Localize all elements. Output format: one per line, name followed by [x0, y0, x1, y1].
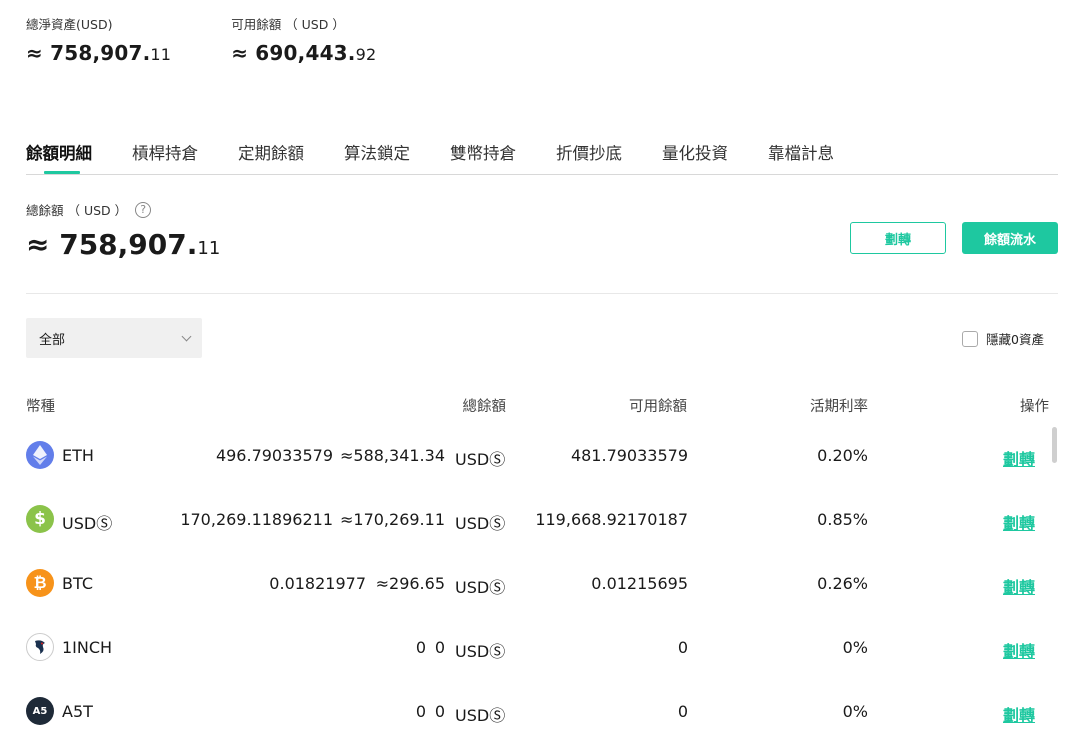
total-balance-label: 總餘額 （ USD ）: [26, 203, 128, 218]
total-balance: 0: [415, 638, 426, 657]
btc-icon: ₿: [26, 569, 54, 597]
row-transfer-link[interactable]: 劃轉: [1003, 702, 1035, 726]
table-row: ₿ BTC 0.01821977 ≈296.65 USDⓈ 0.01215695…: [0, 555, 1065, 619]
table-row: ETH 496.79033579 ≈588,341.34 USDⓈ 481.79…: [0, 427, 1065, 491]
header-available: 可用餘額: [629, 399, 687, 415]
table-row: A5 A5T 0 0 USDⓈ 0 0% 劃轉: [0, 683, 1065, 745]
available-label: 可用餘額 （ USD ）: [231, 17, 345, 32]
total-balance-int: ≈ 758,907.: [26, 228, 198, 261]
tab-discount-buy[interactable]: 折價抄底: [556, 140, 622, 174]
interest-rate: 0.26%: [817, 574, 868, 593]
tab-balance-detail[interactable]: 餘額明細: [26, 140, 92, 174]
total-balance-value: ≈ 758,907.11: [26, 228, 220, 261]
header-total: 總餘額: [462, 399, 507, 415]
1inch-icon: [26, 633, 54, 661]
asset-summary: 總淨資產(USD) ≈ 758,907.11 可用餘額 （ USD ） ≈ 69…: [26, 14, 376, 65]
total-balance: 0.01821977: [269, 574, 366, 593]
available-balance: 119,668.92170187: [535, 510, 688, 529]
account-tabs: 餘額明細 槓桿持倉 定期餘額 算法鎖定 雙幣持倉 折價抄底 量化投資 靠檔計息: [26, 140, 1058, 175]
available-balance: 481.79033579: [570, 446, 688, 465]
header-coin: 幣種: [26, 399, 55, 415]
tab-tiered-interest[interactable]: 靠檔計息: [768, 140, 834, 174]
available-dec: 92: [355, 45, 377, 64]
interest-rate: 0%: [842, 702, 868, 721]
help-icon[interactable]: ?: [135, 201, 152, 218]
available-balance: 0: [677, 702, 688, 721]
total-balance-label-row: 總餘額 （ USD ） ?: [26, 200, 152, 219]
usds-icon: $: [26, 505, 54, 533]
table-row: 1INCH 0 0 USDⓈ 0 0% 劃轉: [0, 619, 1065, 683]
approx-value: ≈588,341.34: [339, 446, 445, 465]
row-transfer-link[interactable]: 劃轉: [1003, 446, 1035, 470]
net-assets-int: ≈ 758,907.: [26, 41, 151, 65]
balance-flow-button[interactable]: 餘額流水: [962, 222, 1058, 254]
tab-margin-positions[interactable]: 槓桿持倉: [132, 140, 198, 174]
hide-zero-checkbox[interactable]: [962, 330, 978, 347]
available-balance: 0: [677, 638, 688, 657]
available-balance: 0.01215695: [591, 574, 688, 593]
tab-fixed-balance[interactable]: 定期餘額: [238, 140, 304, 174]
interest-rate: 0.85%: [817, 510, 868, 529]
hide-zero-toggle[interactable]: 隱藏0資產: [962, 329, 1044, 348]
approx-value: ≈170,269.11: [339, 510, 445, 529]
interest-rate: 0%: [842, 638, 868, 657]
tab-dual-currency[interactable]: 雙幣持倉: [450, 140, 516, 174]
net-assets-value: ≈ 758,907.11: [26, 41, 171, 65]
net-assets-label: 總淨資產(USD): [26, 17, 113, 32]
divider: [26, 293, 1058, 294]
hide-zero-label: 隱藏0資產: [986, 332, 1044, 347]
coin-name: ETH: [62, 446, 94, 465]
net-assets-block: 總淨資產(USD) ≈ 758,907.11: [26, 14, 171, 65]
available-int: ≈ 690,443.: [231, 41, 356, 65]
tab-quant-invest[interactable]: 量化投資: [662, 140, 728, 174]
table-row: $ USDⓈ 170,269.11896211 ≈170,269.11 USDⓈ…: [0, 491, 1065, 555]
coin-name: USDⓈ: [62, 514, 113, 533]
interest-rate: 0.20%: [817, 446, 868, 465]
coin-name: 1INCH: [62, 638, 113, 657]
total-balance: 496.79033579: [215, 446, 333, 465]
net-assets-dec: 11: [150, 45, 172, 64]
approx-value: 0: [434, 638, 445, 657]
row-transfer-link[interactable]: 劃轉: [1003, 510, 1035, 534]
row-transfer-link[interactable]: 劃轉: [1003, 638, 1035, 662]
total-balance: 0: [415, 702, 426, 721]
total-balance: 170,269.11896211: [180, 510, 333, 529]
coin-filter-value: 全部: [39, 332, 66, 348]
header-rate: 活期利率: [810, 399, 868, 415]
a5t-icon: A5: [26, 697, 54, 725]
coin-name: BTC: [62, 574, 93, 593]
header-operation: 操作: [1020, 399, 1049, 415]
chevron-down-icon: [181, 331, 192, 341]
total-balance-dec: 11: [197, 238, 221, 259]
coin-name: A5T: [62, 702, 93, 721]
available-block: 可用餘額 （ USD ） ≈ 690,443.92: [231, 14, 376, 65]
coin-filter-select[interactable]: 全部: [26, 318, 202, 358]
available-value: ≈ 690,443.92: [231, 41, 376, 65]
transfer-button[interactable]: 劃轉: [850, 222, 946, 254]
table-scrollbar[interactable]: [1052, 427, 1057, 463]
tab-algo-locked[interactable]: 算法鎖定: [344, 140, 410, 174]
eth-icon: [26, 441, 54, 469]
approx-value: 0: [434, 702, 445, 721]
approx-value: ≈296.65: [375, 574, 445, 593]
row-transfer-link[interactable]: 劃轉: [1003, 574, 1035, 598]
